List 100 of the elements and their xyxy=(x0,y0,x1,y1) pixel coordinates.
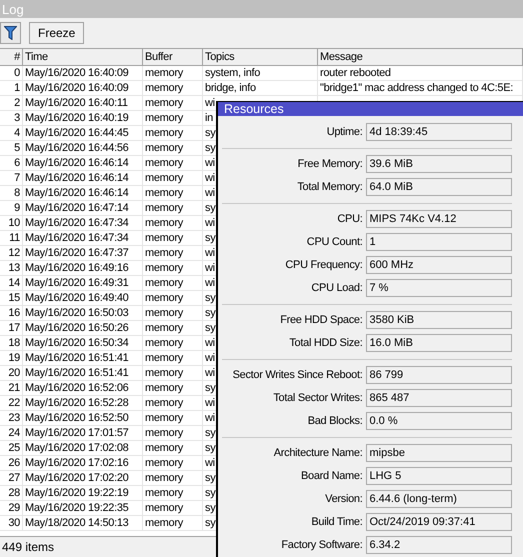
table-cell: May/16/2020 16:52:50 xyxy=(23,411,143,425)
table-cell: memory xyxy=(143,456,203,470)
table-cell: memory xyxy=(143,486,203,500)
table-cell: memory xyxy=(143,81,203,95)
table-cell: memory xyxy=(143,441,203,455)
table-cell: May/16/2020 17:01:57 xyxy=(23,426,143,440)
window-title: Log xyxy=(0,0,523,18)
table-cell: memory xyxy=(143,291,203,305)
value-field: 7 % xyxy=(366,279,512,297)
table-cell: May/16/2020 16:46:14 xyxy=(23,156,143,170)
value-field: 865 487 xyxy=(366,389,512,407)
table-cell: May/16/2020 16:51:41 xyxy=(23,366,143,380)
value-field: 4d 18:39:45 xyxy=(366,123,512,141)
table-cell: 8 xyxy=(0,186,23,200)
table-cell: 22 xyxy=(0,396,23,410)
value-field: MIPS 74Kc V4.12 xyxy=(366,210,512,228)
table-cell: May/16/2020 16:46:14 xyxy=(23,186,143,200)
table-cell: 10 xyxy=(0,216,23,230)
table-cell: 27 xyxy=(0,471,23,485)
table-cell: memory xyxy=(143,66,203,80)
table-cell: 29 xyxy=(0,501,23,515)
table-cell: memory xyxy=(143,381,203,395)
table-cell: May/16/2020 16:47:37 xyxy=(23,246,143,260)
table-cell: 6 xyxy=(0,156,23,170)
value-field: Oct/24/2019 09:37:41 xyxy=(366,513,512,531)
table-cell: memory xyxy=(143,216,203,230)
value-field: 16.0 MiB xyxy=(366,334,512,352)
table-cell: memory xyxy=(143,351,203,365)
table-cell: 24 xyxy=(0,426,23,440)
table-cell: May/16/2020 16:40:19 xyxy=(23,111,143,125)
column-header[interactable]: Time xyxy=(23,49,143,65)
table-cell: May/16/2020 16:50:34 xyxy=(23,336,143,350)
table-cell: 1 xyxy=(0,81,23,95)
column-header[interactable]: # xyxy=(0,49,23,65)
table-cell: memory xyxy=(143,501,203,515)
table-cell: 3 xyxy=(0,111,23,125)
table-cell: May/16/2020 16:47:14 xyxy=(23,201,143,215)
table-cell: May/16/2020 17:02:16 xyxy=(23,456,143,470)
table-cell: May/16/2020 16:40:09 xyxy=(23,66,143,80)
table-cell: 12 xyxy=(0,246,23,260)
table-cell: May/16/2020 16:40:09 xyxy=(23,81,143,95)
table-cell: May/16/2020 19:22:19 xyxy=(23,486,143,500)
table-cell: memory xyxy=(143,336,203,350)
table-cell: May/16/2020 16:49:16 xyxy=(23,261,143,275)
table-cell: memory xyxy=(143,306,203,320)
table-cell: May/18/2020 14:50:13 xyxy=(23,516,143,530)
table-cell: memory xyxy=(143,231,203,245)
table-cell: May/16/2020 16:47:34 xyxy=(23,216,143,230)
freeze-button[interactable]: Freeze xyxy=(29,22,84,44)
value-field: 6.34.2 xyxy=(366,536,512,554)
table-cell: memory xyxy=(143,261,203,275)
table-cell: May/16/2020 16:50:03 xyxy=(23,306,143,320)
table-cell: 25 xyxy=(0,441,23,455)
table-cell: memory xyxy=(143,246,203,260)
table-cell: bridge, info xyxy=(203,81,318,95)
value-field: 39.6 MiB xyxy=(366,155,512,173)
table-cell: 30 xyxy=(0,516,23,530)
table-cell: 19 xyxy=(0,351,23,365)
table-cell: May/16/2020 16:49:40 xyxy=(23,291,143,305)
table-cell: memory xyxy=(143,276,203,290)
value-field: LHG 5 xyxy=(366,467,512,485)
table-cell: May/16/2020 17:02:20 xyxy=(23,471,143,485)
table-cell: memory xyxy=(143,186,203,200)
table-cell: memory xyxy=(143,321,203,335)
table-cell: May/16/2020 16:44:56 xyxy=(23,141,143,155)
table-cell: memory xyxy=(143,126,203,140)
table-cell: 23 xyxy=(0,411,23,425)
field-label: Factory Software: xyxy=(280,539,362,551)
filter-button[interactable] xyxy=(0,22,21,44)
table-cell: 9 xyxy=(0,201,23,215)
value-field: 0.0 % xyxy=(366,412,512,430)
table-cell: memory xyxy=(143,201,203,215)
column-header[interactable]: Buffer xyxy=(143,49,203,65)
column-header[interactable]: Topics xyxy=(203,49,318,65)
table-cell: 5 xyxy=(0,141,23,155)
table-cell: 21 xyxy=(0,381,23,395)
table-cell: 15 xyxy=(0,291,23,305)
table-cell: May/16/2020 16:50:26 xyxy=(23,321,143,335)
column-header[interactable]: Message xyxy=(318,49,523,65)
table-cell: memory xyxy=(143,426,203,440)
table-cell: 17 xyxy=(0,321,23,335)
table-cell: 13 xyxy=(0,261,23,275)
table-cell: memory xyxy=(143,171,203,185)
table-cell: 18 xyxy=(0,336,23,350)
field-label: Uptime: xyxy=(326,126,362,138)
table-cell: May/16/2020 16:51:41 xyxy=(23,351,143,365)
table-cell: May/16/2020 16:47:34 xyxy=(23,231,143,245)
window-title: Resources xyxy=(218,102,523,116)
table-cell: memory xyxy=(143,156,203,170)
table-cell: May/16/2020 16:40:11 xyxy=(23,96,143,110)
table-cell: May/16/2020 16:44:45 xyxy=(23,126,143,140)
table-cell: memory xyxy=(143,411,203,425)
value-field: 6.44.6 (long-term) xyxy=(366,490,512,508)
table-cell: memory xyxy=(143,141,203,155)
table-cell: 16 xyxy=(0,306,23,320)
table-cell: memory xyxy=(143,111,203,125)
table-cell: system, info xyxy=(203,66,318,80)
table-cell: May/16/2020 16:49:31 xyxy=(23,276,143,290)
table-cell: 0 xyxy=(0,66,23,80)
table-cell: 4 xyxy=(0,126,23,140)
